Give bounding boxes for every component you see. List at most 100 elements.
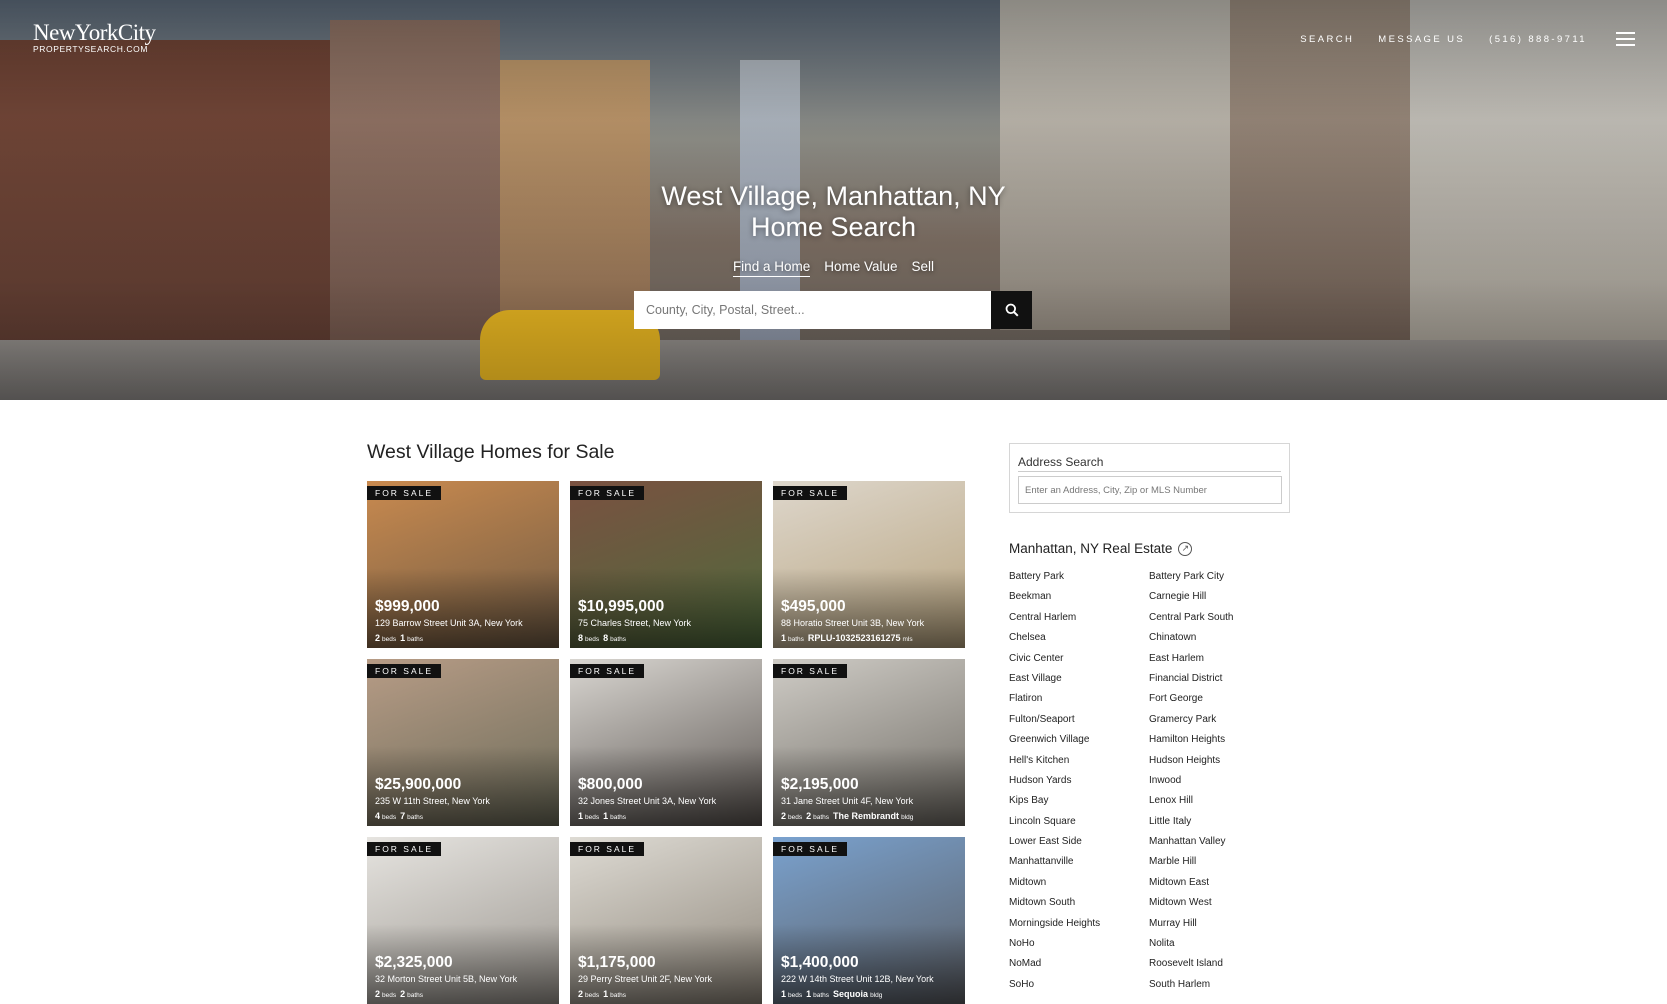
listing-meta-unit: baths [407,636,424,643]
listing-card[interactable]: FOR SALE $495,000 88 Horatio Street Unit… [773,481,965,648]
neighborhood-link[interactable]: Midtown East [1149,877,1289,897]
listing-address: 31 Jane Street Unit 4F, New York [781,796,914,806]
neighborhood-link[interactable]: Murray Hill [1149,918,1289,938]
listing-meta-unit: baths [788,636,804,643]
listing-card[interactable]: FOR SALE $1,400,000 222 W 14th Street Un… [773,837,965,1004]
neighborhood-link[interactable]: Nolita [1149,938,1289,958]
listing-price: $2,325,000 [375,954,453,971]
nav-phone-link[interactable]: (516) 888-9711 [1489,34,1587,45]
listing-meta-unit: baths [813,992,830,999]
neighborhood-link[interactable]: Flatiron [1009,693,1149,713]
neighborhood-link[interactable]: Fulton/Seaport [1009,714,1149,734]
neighborhood-link[interactable]: Hell's Kitchen [1009,755,1149,775]
neighborhood-link[interactable]: Manhattanville [1009,856,1149,876]
tab-find-a-home[interactable]: Find a Home [732,259,811,277]
nav-search-link[interactable]: SEARCH [1300,34,1354,45]
listing-address: 129 Barrow Street Unit 3A, New York [375,618,523,628]
neighborhood-link[interactable]: South Harlem [1149,979,1289,999]
neighborhood-link[interactable]: Lenox Hill [1149,795,1289,815]
neighborhood-link[interactable]: Kips Bay [1009,795,1149,815]
neighborhood-link[interactable]: Chinatown [1149,632,1289,652]
neighborhood-link[interactable]: Hudson Yards [1009,775,1149,795]
nav-message-link[interactable]: MESSAGE US [1378,34,1465,45]
neighborhood-link[interactable]: Central Harlem [1009,612,1149,632]
listing-meta-unit: baths [610,992,627,999]
listing-meta: 4 beds 7 baths [375,811,427,821]
hero-search-input[interactable] [634,291,991,329]
listing-meta: 8 beds 8 baths [578,633,630,643]
listing-card[interactable]: FOR SALE $800,000 32 Jones Street Unit 3… [570,659,762,826]
menu-icon[interactable] [1616,32,1635,46]
neighborhood-link[interactable]: Battery Park City [1149,571,1289,591]
listing-price: $25,900,000 [375,776,462,793]
neighborhood-link[interactable]: Fort George [1149,693,1289,713]
listing-meta-value: 1 [603,811,609,821]
listing-meta-unit: baths [407,814,424,821]
site-logo[interactable]: NewYorkCity PROPERTYSEARCH.COM [33,20,156,54]
neighborhood-link[interactable]: Marble Hill [1149,856,1289,876]
neighborhood-link[interactable]: Inwood [1149,775,1289,795]
real-estate-title[interactable]: Manhattan, NY Real Estate ↗ [1009,541,1193,556]
listing-meta-value: The Rembrandt [833,811,900,821]
neighborhood-link[interactable]: Gramercy Park [1149,714,1289,734]
neighborhood-link[interactable]: East Harlem [1149,653,1289,673]
listing-meta-unit: beds [382,814,397,821]
neighborhood-link[interactable]: East Village [1009,673,1149,693]
neighborhood-link[interactable]: Civic Center [1009,653,1149,673]
neighborhood-link[interactable]: NoMad [1009,958,1149,978]
neighborhood-link[interactable]: Carnegie Hill [1149,591,1289,611]
for-sale-badge: FOR SALE [367,842,442,856]
tab-home-value[interactable]: Home Value [824,259,897,277]
listing-meta-value: 2 [781,811,787,821]
neighborhood-link[interactable]: Roosevelt Island [1149,958,1289,978]
logo-wordmark: NewYorkCity [33,20,156,45]
listing-meta-value: 2 [400,989,406,999]
listing-card[interactable]: FOR SALE $25,900,000 235 W 11th Street, … [367,659,559,826]
for-sale-badge: FOR SALE [773,842,848,856]
listing-card[interactable]: FOR SALE $2,195,000 31 Jane Street Unit … [773,659,965,826]
top-nav: SEARCH MESSAGE US (516) 888-9711 [1300,34,1587,45]
real-estate-title-text: Manhattan, NY Real Estate [1009,541,1173,556]
address-search-box: Address Search [1009,443,1290,513]
neighborhood-link[interactable]: Hudson Heights [1149,755,1289,775]
neighborhood-link[interactable]: Little Italy [1149,816,1289,836]
for-sale-badge: FOR SALE [367,664,442,678]
listing-meta: 2 beds 1 baths [375,633,427,643]
external-link-icon[interactable]: ↗ [1178,541,1193,556]
listing-meta-value: 2 [375,633,381,643]
listing-card[interactable]: FOR SALE $10,995,000 75 Charles Street, … [570,481,762,648]
neighborhood-link[interactable]: Greenwich Village [1009,734,1149,754]
listing-address: 235 W 11th Street, New York [375,796,490,806]
neighborhood-link[interactable]: Central Park South [1149,612,1289,632]
listing-meta-value: 8 [603,633,609,643]
listing-meta-value: 2 [375,989,381,999]
neighborhood-link[interactable]: Midtown [1009,877,1149,897]
listing-card[interactable]: FOR SALE $2,325,000 32 Morton Street Uni… [367,837,559,1004]
neighborhood-link[interactable]: Hamilton Heights [1149,734,1289,754]
hero-search-button[interactable] [991,291,1032,329]
neighborhood-link[interactable]: Lincoln Square [1009,816,1149,836]
address-search-input[interactable] [1018,476,1282,504]
listing-meta-unit: beds [382,636,397,643]
neighborhood-link[interactable]: Battery Park [1009,571,1149,591]
listing-meta-unit: beds [585,636,600,643]
listing-meta-unit: baths [610,814,627,821]
neighborhood-link[interactable]: SoHo [1009,979,1149,999]
neighborhood-link[interactable]: NoHo [1009,938,1149,958]
listing-meta-value: 1 [578,811,584,821]
listing-meta-unit: mls [902,636,913,643]
neighborhood-link[interactable]: Lower East Side [1009,836,1149,856]
neighborhood-link[interactable]: Manhattan Valley [1149,836,1289,856]
neighborhood-link[interactable]: Beekman [1009,591,1149,611]
neighborhood-link[interactable]: Midtown South [1009,897,1149,917]
listing-card[interactable]: FOR SALE $1,175,000 29 Perry Street Unit… [570,837,762,1004]
listing-meta-value: 4 [375,811,381,821]
neighborhood-link[interactable]: Morningside Heights [1009,918,1149,938]
neighborhood-link[interactable]: Chelsea [1009,632,1149,652]
tab-sell[interactable]: Sell [912,259,935,277]
listing-card[interactable]: FOR SALE $999,000 129 Barrow Street Unit… [367,481,559,648]
listing-price: $1,175,000 [578,954,656,971]
listings-grid: FOR SALE $999,000 129 Barrow Street Unit… [367,481,967,1004]
neighborhood-link[interactable]: Financial District [1149,673,1289,693]
neighborhood-link[interactable]: Midtown West [1149,897,1289,917]
